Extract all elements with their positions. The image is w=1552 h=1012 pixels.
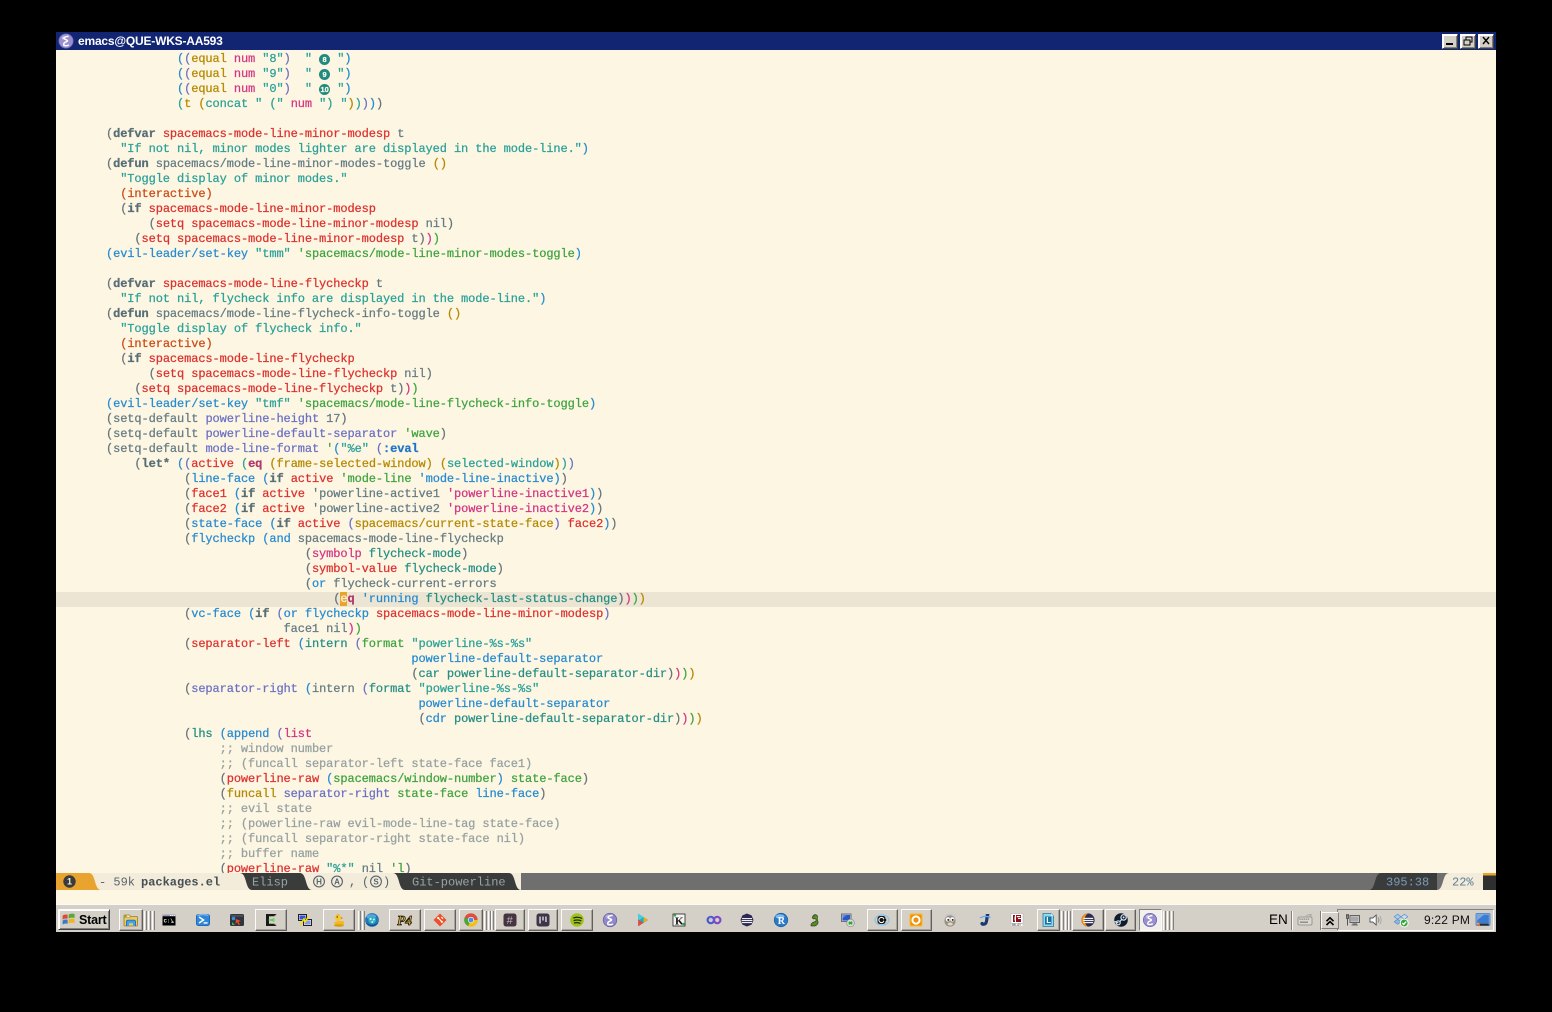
svg-text:C:\: C:\ [163, 918, 174, 925]
svg-text:L: L [1046, 916, 1051, 925]
svg-text:R: R [778, 916, 786, 927]
svg-text:22%: 22% [1452, 876, 1474, 890]
svg-text:#: # [507, 915, 514, 927]
svg-text:,: , [349, 876, 356, 890]
svg-text:Git-powerline: Git-powerline [412, 876, 506, 890]
svg-text:Elisp: Elisp [252, 876, 288, 890]
svg-text:1: 1 [67, 877, 72, 887]
svg-text:): ) [383, 876, 390, 890]
svg-text:395:38: 395:38 [1386, 876, 1429, 890]
svg-text:packages.el: packages.el [141, 876, 220, 890]
svg-text:H: H [316, 878, 322, 887]
svg-text:A: A [334, 878, 340, 887]
svg-text:S: S [373, 878, 379, 887]
svg-text:IMLAY: IMLAY [1012, 923, 1022, 927]
svg-text:- 59k: - 59k [99, 876, 135, 890]
svg-text:(: ( [362, 876, 369, 890]
svg-text:K: K [675, 916, 684, 928]
svg-text:P4: P4 [397, 913, 412, 928]
